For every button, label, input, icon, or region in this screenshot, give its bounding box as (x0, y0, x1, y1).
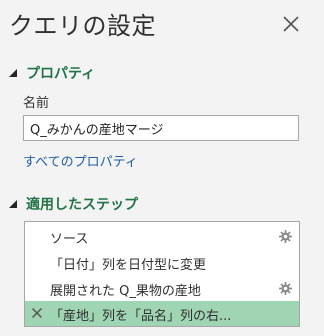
triangle-down-icon (9, 200, 17, 208)
applied-step-item-selected[interactable]: 「産地」列を「品名」列の右... (25, 301, 299, 326)
all-properties-link[interactable]: すべてのプロパティ (23, 151, 138, 170)
applied-step-item[interactable]: 「日付」列を日付型に変更 (25, 250, 299, 275)
applied-step-item[interactable]: 展開された Q_果物の産地 (25, 276, 299, 301)
delete-x-icon[interactable] (31, 307, 43, 319)
gear-icon[interactable] (279, 282, 292, 295)
properties-header-label: プロパティ (26, 66, 96, 82)
gear-icon[interactable] (279, 230, 292, 243)
applied-steps-list: ソース 「日付」列を日付型に変更 展開された Q_果物の産地 「産地」列を「品名… (24, 221, 300, 327)
applied-step-item[interactable]: ソース (25, 224, 299, 249)
applied-step-label: ソース (50, 232, 89, 247)
triangle-down-icon (9, 69, 17, 77)
name-label: 名前 (23, 96, 50, 111)
applied-step-label: 「日付」列を日付型に変更 (50, 258, 207, 273)
applied-step-label: 展開された Q_果物の産地 (50, 284, 201, 299)
properties-section-header[interactable]: プロパティ (8, 63, 95, 83)
applied-steps-header-label: 適用したステップ (26, 197, 138, 213)
applied-step-label: 「産地」列を「品名」列の右... (50, 309, 232, 324)
query-name-input[interactable] (23, 115, 299, 141)
close-icon (283, 16, 299, 32)
close-button[interactable] (280, 13, 302, 35)
pane-title: クエリの設定 (9, 12, 156, 40)
applied-steps-section-header[interactable]: 適用したステップ (8, 194, 138, 214)
